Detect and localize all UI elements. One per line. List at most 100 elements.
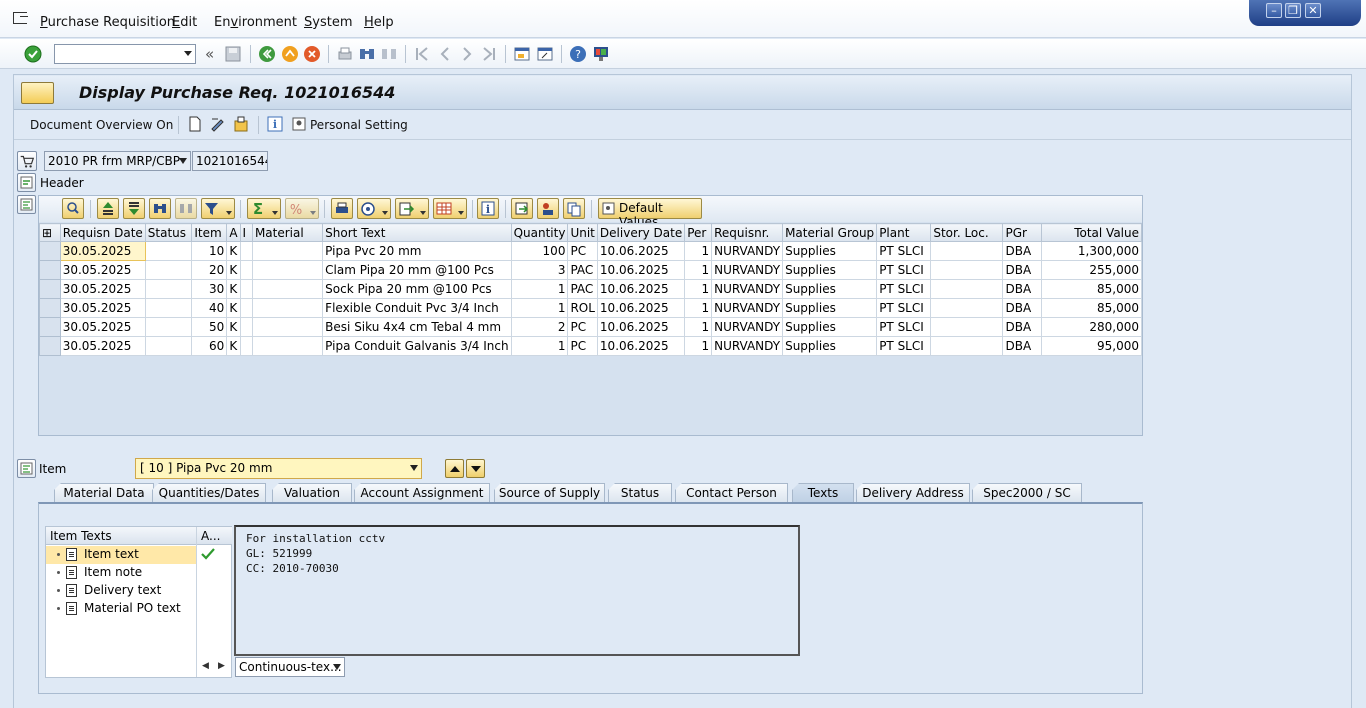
views-button[interactable] — [357, 198, 391, 219]
details-button[interactable] — [62, 198, 84, 219]
exit-icon[interactable] — [281, 45, 299, 63]
column-header-requisn-date[interactable]: Requisn Date — [59, 223, 146, 242]
tab-spec2000-sc[interactable]: Spec2000 / SC — [972, 483, 1082, 503]
print-icon[interactable] — [336, 45, 354, 63]
collapse-arrows-icon[interactable]: « — [205, 45, 214, 63]
info-icon[interactable]: i — [266, 115, 284, 133]
chevron-down-icon[interactable] — [184, 51, 192, 56]
app-menu-icon[interactable] — [13, 12, 28, 24]
menu-system[interactable]: System — [304, 15, 353, 30]
back-icon[interactable] — [258, 45, 276, 63]
tree-node-item-note[interactable]: Item note — [46, 564, 196, 582]
find-next-icon[interactable] — [380, 45, 398, 63]
row-selector[interactable] — [39, 279, 61, 299]
collapse-items-button[interactable] — [17, 195, 36, 214]
column-header-unit[interactable]: Unit — [567, 223, 598, 242]
new-session-icon[interactable] — [513, 45, 531, 63]
tab-account-assignment[interactable]: Account Assignment — [354, 483, 490, 503]
column-header-pgr[interactable]: PGr — [1002, 223, 1043, 242]
services-for-object-button[interactable] — [21, 82, 54, 104]
scroll-right-icon[interactable]: ▶ — [218, 661, 225, 671]
document-type-select[interactable]: 2010 PR frm MRP/CBP — [44, 151, 191, 171]
column-header-a[interactable]: A — [226, 223, 241, 242]
command-field[interactable] — [54, 44, 196, 64]
column-header-delivery-date[interactable]: Delivery Date — [596, 223, 686, 242]
first-page-icon[interactable] — [413, 45, 431, 63]
sort-ascending-button[interactable] — [97, 198, 119, 219]
print-preview-button[interactable] — [331, 198, 353, 219]
tab-status[interactable]: Status — [608, 483, 672, 503]
column-header-total-value[interactable]: Total Value — [1041, 223, 1142, 242]
menu-edit[interactable]: Edit — [172, 15, 197, 30]
next-item-button[interactable] — [466, 459, 485, 478]
tab-source-of-supply[interactable]: Source of Supply — [494, 483, 605, 503]
tab-quantities-dates[interactable]: Quantities/Dates — [152, 483, 266, 503]
row-selector[interactable] — [39, 336, 61, 356]
column-header-requisnr[interactable]: Requisnr. — [711, 223, 784, 242]
column-header-material-group[interactable]: Material Group — [782, 223, 878, 242]
row-selector[interactable] — [39, 298, 61, 318]
personal-setting-icon[interactable] — [291, 115, 309, 133]
table-row[interactable]: 30.05.2025 60 K Pipa Conduit Galvanis 3/4 I… — [39, 336, 1142, 356]
column-header-status[interactable]: Status — [144, 223, 193, 242]
document-overview-button[interactable]: Document Overview On — [30, 118, 173, 132]
save-icon[interactable] — [224, 45, 242, 63]
enter-check-icon[interactable] — [24, 45, 42, 63]
personal-setting-button[interactable]: Personal Setting — [310, 118, 408, 132]
menu-purchase-requisition[interactable]: Purchase Requisition — [40, 15, 175, 30]
release-button[interactable] — [511, 198, 533, 219]
column-header-plant[interactable]: Plant — [876, 223, 932, 242]
previous-item-button[interactable] — [445, 459, 464, 478]
change-icon[interactable] — [209, 115, 227, 133]
tab-material-data[interactable]: Material Data — [54, 483, 154, 503]
menu-help[interactable]: Help — [364, 15, 394, 30]
column-header-short-text[interactable]: Short Text — [322, 223, 512, 242]
scroll-left-icon[interactable]: ◀ — [202, 661, 209, 671]
copy-button[interactable] — [563, 198, 585, 219]
help-icon[interactable]: ? — [569, 45, 587, 63]
text-editor[interactable]: For installation cctv GL: 521999 CC: 201… — [234, 525, 800, 656]
filter-button[interactable] — [201, 198, 235, 219]
tab-delivery-address[interactable]: Delivery Address — [856, 483, 970, 503]
subtotal-button[interactable]: % — [285, 198, 319, 219]
sort-descending-button[interactable] — [123, 198, 145, 219]
column-header-material[interactable]: Material — [251, 223, 324, 242]
export-button[interactable] — [395, 198, 429, 219]
find-icon[interactable] — [358, 45, 376, 63]
table-row[interactable]: 30.05.2025 10 K Pipa Pvc 20 mm 100 PC 10.06.20… — [39, 241, 1142, 261]
close-button[interactable]: ✕ — [1305, 3, 1321, 18]
row-selector[interactable] — [39, 241, 61, 261]
chevron-down-icon[interactable] — [333, 664, 341, 670]
table-row[interactable]: 30.05.2025 30 K Sock Pipa 20 mm @100 Pcs 1 PA… — [39, 279, 1142, 299]
column-header-stor-loc[interactable]: Stor. Loc. — [930, 223, 1004, 242]
table-row[interactable]: 30.05.2025 50 K Besi Siku 4x4 cm Tebal 4 mm… — [39, 317, 1142, 337]
row-selector[interactable] — [39, 260, 61, 280]
column-header-quantity[interactable]: Quantity — [510, 223, 569, 242]
tree-node-item-text[interactable]: Item text — [46, 546, 196, 564]
shopping-cart-icon[interactable] — [17, 151, 37, 171]
default-values-button[interactable]: Default Values — [598, 198, 702, 229]
column-header-per[interactable]: Per — [684, 223, 713, 242]
row-selector[interactable] — [39, 317, 61, 337]
last-page-icon[interactable] — [480, 45, 498, 63]
column-header-item[interactable]: Item — [191, 223, 228, 242]
tree-node-delivery-text[interactable]: Delivery text — [46, 582, 196, 600]
chevron-down-icon[interactable] — [410, 465, 418, 471]
tab-texts[interactable]: Texts — [792, 483, 854, 503]
previous-page-icon[interactable] — [436, 45, 454, 63]
minimize-button[interactable]: – — [1266, 3, 1282, 18]
cancel-icon[interactable] — [303, 45, 321, 63]
other-document-icon[interactable] — [232, 115, 250, 133]
item-select[interactable]: [ 10 ] Pipa Pvc 20 mm — [135, 458, 422, 479]
expand-header-button[interactable] — [17, 173, 36, 192]
grid-info-button[interactable]: i — [477, 198, 499, 219]
chevron-down-icon[interactable] — [179, 158, 187, 164]
next-page-icon[interactable] — [458, 45, 476, 63]
table-settings-icon[interactable]: ⊞ — [39, 223, 61, 242]
collapse-item-detail-button[interactable] — [17, 459, 36, 478]
total-button[interactable]: Σ — [247, 198, 281, 219]
column-header-i[interactable]: I — [239, 223, 253, 242]
menu-environment[interactable]: Environment — [214, 15, 297, 30]
layout-button[interactable] — [433, 198, 467, 219]
shortcut-icon[interactable] — [536, 45, 554, 63]
